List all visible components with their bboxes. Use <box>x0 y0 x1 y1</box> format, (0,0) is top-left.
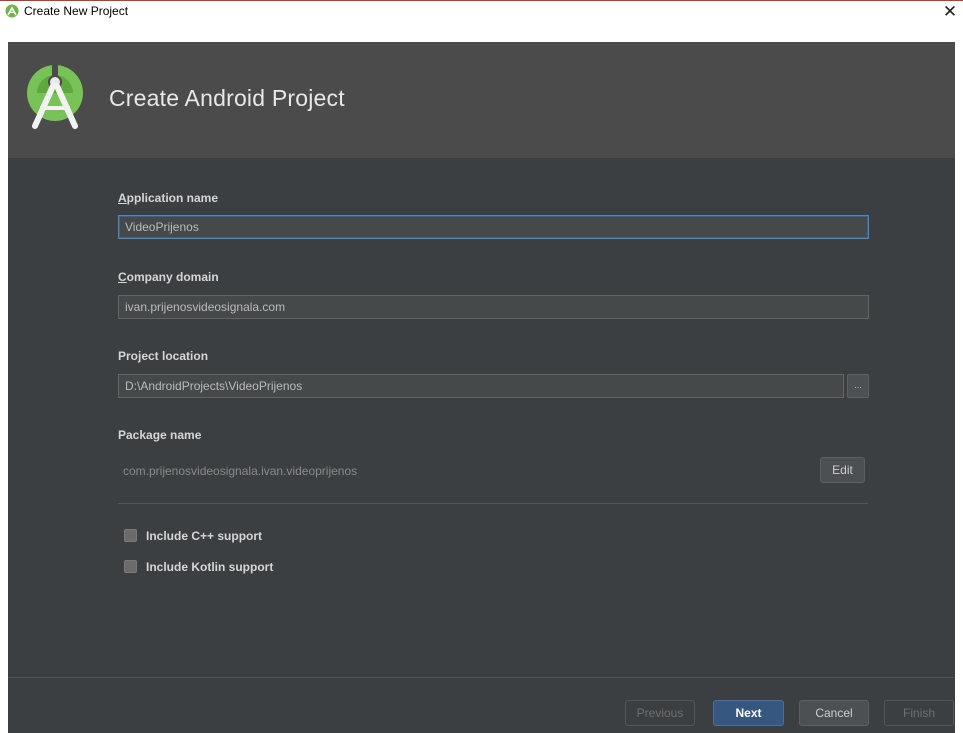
cancel-button[interactable]: Cancel <box>799 700 869 726</box>
android-studio-logo-icon <box>27 64 83 129</box>
android-studio-icon <box>5 4 19 18</box>
include-cpp-checkbox[interactable]: Include C++ support <box>124 528 262 544</box>
window-title: Create New Project <box>24 4 129 18</box>
finish-button[interactable]: Finish <box>884 700 954 726</box>
page-title: Create Android Project <box>109 85 345 111</box>
previous-button[interactable]: Previous <box>625 700 695 726</box>
company-domain-label: Company domain <box>118 270 219 284</box>
company-domain-input[interactable]: ivan.prijenosvideosignala.com <box>118 295 869 319</box>
project-location-input[interactable]: D:\AndroidProjects\VideoPrijenos <box>118 374 844 398</box>
dialog-header: Create Android Project <box>8 42 955 158</box>
edit-package-button[interactable]: Edit <box>820 457 865 483</box>
form-panel: Application name VideoPrijenos Company d… <box>8 158 955 677</box>
checkbox-box[interactable] <box>124 529 137 542</box>
include-kotlin-checkbox[interactable]: Include Kotlin support <box>124 559 273 575</box>
application-name-input[interactable]: VideoPrijenos <box>118 215 869 239</box>
project-location-label: Project location <box>118 349 209 363</box>
application-name-label-mnemonic: A <box>118 191 127 205</box>
create-project-dialog: Create New Project ✕ Create Android Proj… <box>0 0 963 733</box>
title-bar: Create New Project ✕ <box>0 1 963 22</box>
browse-location-button[interactable]: ... <box>847 374 869 398</box>
application-name-label-text: pplication name <box>126 191 219 205</box>
section-divider <box>118 503 868 504</box>
checkbox-box[interactable] <box>124 560 137 573</box>
dialog-footer: Previous Next Cancel Finish <box>8 677 955 733</box>
include-kotlin-label: Include Kotlin support <box>146 560 274 574</box>
close-icon[interactable]: ✕ <box>939 1 961 22</box>
company-domain-label-text: ompany domain <box>126 270 219 284</box>
next-button[interactable]: Next <box>713 700 784 726</box>
include-cpp-label: Include C++ support <box>146 529 263 543</box>
package-name-value: com.prijenosvideosignala.ivan.videoprije… <box>123 464 358 478</box>
package-name-label: Package name <box>118 428 202 442</box>
company-domain-label-mnemonic: C <box>118 270 127 284</box>
application-name-label: Application name <box>118 191 218 205</box>
